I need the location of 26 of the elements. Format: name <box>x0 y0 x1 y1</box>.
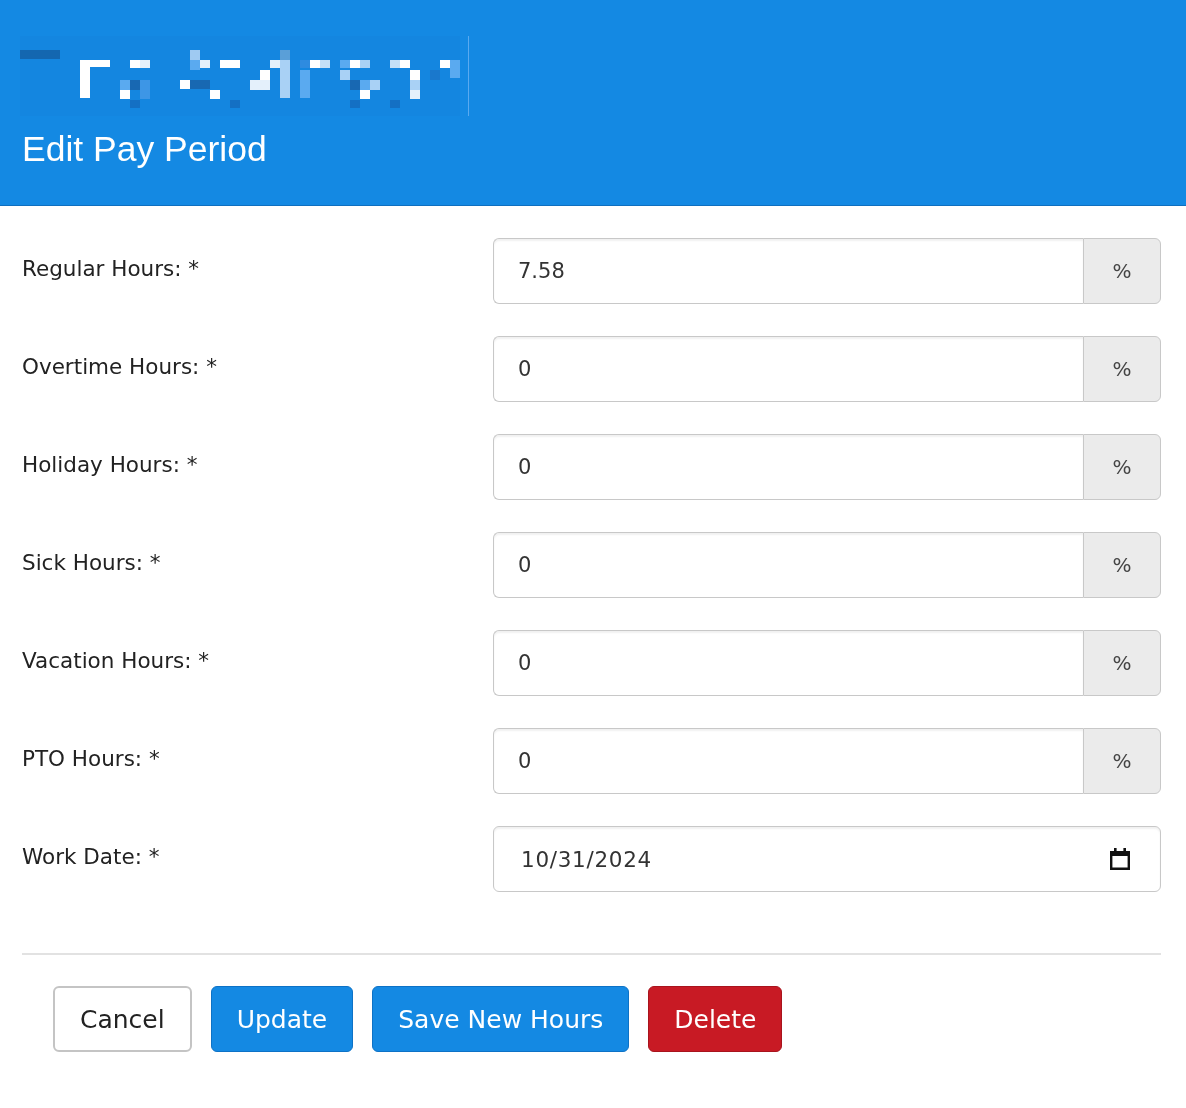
calendar-icon[interactable] <box>1110 848 1130 870</box>
field-label: Work Date: * <box>22 843 160 871</box>
percent-addon: % <box>1083 434 1161 500</box>
delete-button[interactable]: Delete <box>648 986 783 1052</box>
percent-addon: % <box>1083 238 1161 304</box>
input-field[interactable]: 0 <box>493 728 1083 794</box>
input-field[interactable]: 0 <box>493 630 1083 696</box>
primary-button[interactable]: Update <box>210 986 354 1052</box>
percent-addon: % <box>1083 532 1161 598</box>
percent-addon: % <box>1083 728 1161 794</box>
percent-addon: % <box>1083 336 1161 402</box>
input-field[interactable]: 7.58 <box>493 238 1083 304</box>
input-field[interactable]: 0 <box>493 434 1083 500</box>
primary-button[interactable]: Save New Hours <box>372 986 630 1052</box>
field-label: Vacation Hours: * <box>22 647 210 675</box>
date-field[interactable]: 10/31/2024 <box>493 826 1161 892</box>
input-field[interactable]: 0 <box>493 532 1083 598</box>
field-label: Overtime Hours: * <box>22 353 217 381</box>
field-label: Holiday Hours: * <box>22 451 198 479</box>
field-label: Sick Hours: * <box>22 549 161 577</box>
input-field[interactable]: 0 <box>493 336 1083 402</box>
percent-addon: % <box>1083 630 1161 696</box>
page-title: Edit Pay Period <box>22 128 267 171</box>
field-label: PTO Hours: * <box>22 745 160 773</box>
cancel-button[interactable]: Cancel <box>53 986 192 1052</box>
field-label: Regular Hours: * <box>22 255 200 283</box>
